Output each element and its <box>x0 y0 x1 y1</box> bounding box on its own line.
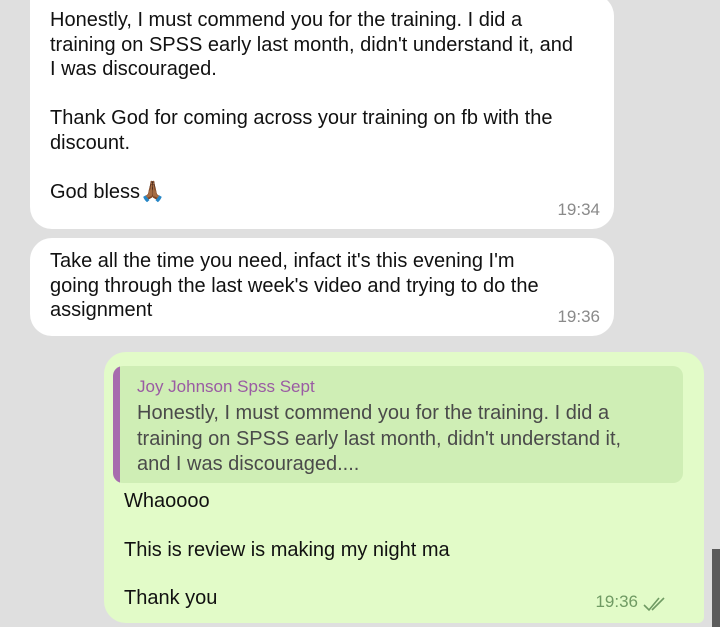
scrollbar[interactable] <box>712 549 720 627</box>
message-text: Take all the time you need, infact it's … <box>50 250 539 321</box>
incoming-message[interactable]: Honestly, I must commend you for the tra… <box>30 0 614 229</box>
double-check-icon <box>643 597 665 612</box>
message-text: Honestly, I must commend you for the tra… <box>50 9 574 203</box>
reply-quoted-text: Honestly, I must commend you for the tra… <box>137 402 622 475</box>
message-time: 19:34 <box>557 199 600 219</box>
message-time: 19:36 <box>595 591 638 611</box>
message-time: 19:36 <box>557 306 600 326</box>
reply-quote[interactable]: Joy Johnson Spss Sept Honestly, I must c… <box>113 366 683 483</box>
reply-sender-name: Joy Johnson Spss Sept <box>137 377 315 396</box>
outgoing-message[interactable]: Joy Johnson Spss Sept Honestly, I must c… <box>104 352 704 623</box>
reply-accent-bar <box>113 366 120 483</box>
incoming-message[interactable]: Take all the time you need, infact it's … <box>30 238 614 336</box>
